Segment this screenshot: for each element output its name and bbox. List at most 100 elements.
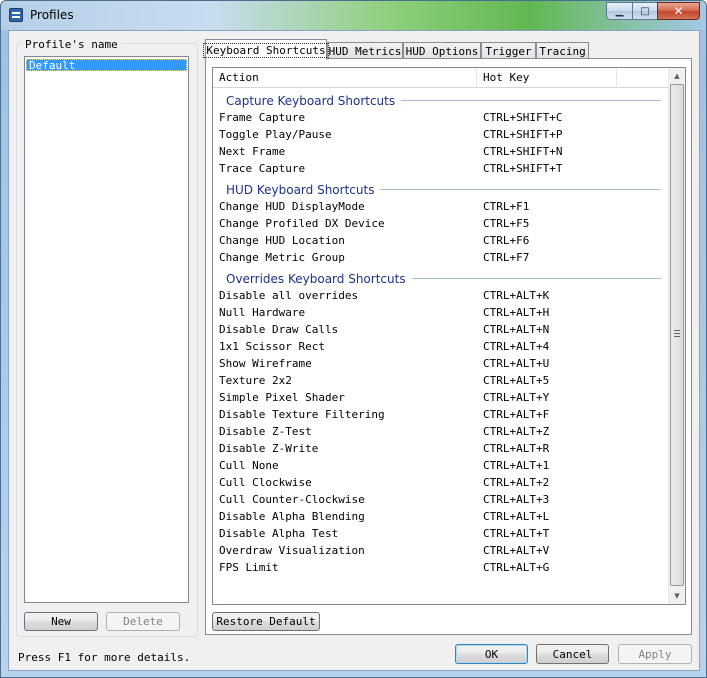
maximize-icon: □ [640, 5, 650, 17]
shortcut-hotkey: CTRL+ALT+T [483, 527, 550, 540]
tab-trigger[interactable]: Trigger [481, 42, 536, 59]
vertical-scrollbar[interactable]: ▲ ▼ [668, 68, 685, 604]
shortcut-action: Disable Alpha Test [219, 527, 339, 540]
shortcut-action: Null Hardware [219, 306, 306, 319]
shortcut-hotkey: CTRL+ALT+Y [483, 391, 550, 404]
shortcut-row[interactable]: Trace Capture CTRL+SHIFT+T [213, 160, 671, 177]
shortcut-row[interactable]: Change Profiled DX Device CTRL+F5 [213, 215, 671, 232]
shortcut-action: Disable Z-Write [219, 442, 319, 455]
shortcut-action: Frame Capture [219, 111, 306, 124]
tab-hud-metrics[interactable]: HUD Metrics [327, 42, 403, 59]
shortcut-row[interactable]: Simple Pixel Shader CTRL+ALT+Y [213, 389, 671, 406]
shortcut-action: Trace Capture [219, 162, 306, 175]
shortcut-action: Cull None [219, 459, 279, 472]
shortcut-action: Disable all overrides [219, 289, 359, 302]
shortcut-row[interactable]: Change HUD DisplayMode CTRL+F1 [213, 198, 671, 215]
shortcut-row[interactable]: Disable Z-Test CTRL+ALT+Z [213, 423, 671, 440]
tab-tracing-label: Tracing [539, 44, 586, 58]
group-header[interactable]: Overrides Keyboard Shortcuts [213, 270, 671, 287]
restore-default-button[interactable]: Restore Default [212, 612, 320, 631]
shortcut-action: Disable Draw Calls [219, 323, 339, 336]
shortcut-hotkey: CTRL+ALT+Z [483, 425, 550, 438]
shortcut-hotkey: CTRL+ALT+H [483, 306, 550, 319]
shortcut-hotkey: CTRL+SHIFT+N [483, 145, 563, 158]
shortcut-row[interactable]: Show Wireframe CTRL+ALT+U [213, 355, 671, 372]
shortcut-action: Overdraw Visualization [219, 544, 365, 557]
shortcut-row[interactable]: Null Hardware CTRL+ALT+H [213, 304, 671, 321]
shortcut-hotkey: CTRL+SHIFT+T [483, 162, 563, 175]
scroll-thumb[interactable] [670, 84, 684, 586]
cancel-button[interactable]: Cancel [536, 644, 609, 664]
shortcut-hotkey: CTRL+SHIFT+C [483, 111, 563, 124]
shortcut-row[interactable]: Change Metric Group CTRL+F7 [213, 249, 671, 266]
shortcut-row[interactable]: Cull Clockwise CTRL+ALT+2 [213, 474, 671, 491]
shortcut-action: FPS Limit [219, 561, 279, 574]
column-hotkey[interactable]: Hot Key [477, 68, 617, 88]
shortcut-hotkey: CTRL+ALT+F [483, 408, 550, 421]
minimize-icon: ▁ [615, 5, 624, 17]
shortcut-row[interactable]: FPS Limit CTRL+ALT+G [213, 559, 671, 576]
shortcut-row[interactable]: Overdraw Visualization CTRL+ALT+V [213, 542, 671, 559]
shortcut-row[interactable]: Frame Capture CTRL+SHIFT+C [213, 109, 671, 126]
shortcut-hotkey: CTRL+F6 [483, 234, 530, 247]
shortcut-row[interactable]: Disable Draw Calls CTRL+ALT+N [213, 321, 671, 338]
shortcut-row[interactable]: Disable Alpha Blending CTRL+ALT+L [213, 508, 671, 525]
profiles-legend: Profile's name [22, 38, 121, 51]
shortcut-hotkey: CTRL+SHIFT+P [483, 128, 563, 141]
shortcut-hotkey: CTRL+F1 [483, 200, 530, 213]
shortcut-action: Texture 2x2 [219, 374, 292, 387]
shortcut-row[interactable]: Change HUD Location CTRL+F6 [213, 232, 671, 249]
shortcut-row[interactable]: Disable Texture Filtering CTRL+ALT+F [213, 406, 671, 423]
group-header[interactable]: Capture Keyboard Shortcuts [213, 92, 671, 109]
tab-hud-metrics-label: HUD Metrics [328, 44, 402, 58]
tab-tracing[interactable]: Tracing [536, 42, 589, 59]
shortcut-action: Disable Alpha Blending [219, 510, 365, 523]
shortcut-row[interactable]: Next Frame CTRL+SHIFT+N [213, 143, 671, 160]
apply-button[interactable]: Apply [618, 644, 692, 664]
tab-keyboard-shortcuts[interactable]: Keyboard Shortcuts [203, 39, 329, 60]
tab-hud-options[interactable]: HUD Options [403, 42, 481, 59]
minimize-button[interactable]: ▁ [606, 2, 632, 20]
group-divider [380, 189, 661, 190]
shortcut-action: Change HUD Location [219, 234, 345, 247]
shortcut-action: Disable Texture Filtering [219, 408, 385, 421]
shortcut-hotkey: CTRL+ALT+K [483, 289, 550, 302]
shortcut-row[interactable]: Cull None CTRL+ALT+1 [213, 457, 671, 474]
new-profile-button[interactable]: New [24, 612, 98, 631]
shortcut-hotkey: CTRL+ALT+V [483, 544, 550, 557]
shortcut-action: Cull Counter-Clockwise [219, 493, 365, 506]
shortcut-row[interactable]: Disable Alpha Test CTRL+ALT+T [213, 525, 671, 542]
shortcut-group: Overrides Keyboard Shortcuts Disable all … [213, 270, 671, 576]
caption-buttons: ▁ □ ✕ [606, 2, 700, 20]
profiles-list[interactable]: Default [24, 56, 189, 603]
shortcut-hotkey: CTRL+ALT+4 [483, 340, 550, 353]
shortcut-row[interactable]: Toggle Play/Pause CTRL+SHIFT+P [213, 126, 671, 143]
tab-trigger-label: Trigger [485, 44, 532, 58]
scroll-up-arrow-icon[interactable]: ▲ [669, 68, 685, 84]
column-action[interactable]: Action [213, 68, 477, 88]
shortcut-action: Simple Pixel Shader [219, 391, 345, 404]
group-header[interactable]: HUD Keyboard Shortcuts [213, 181, 671, 198]
tab-hud-options-label: HUD Options [405, 44, 479, 58]
scroll-down-arrow-icon[interactable]: ▼ [669, 588, 685, 604]
ok-button[interactable]: OK [455, 644, 528, 664]
shortcut-row[interactable]: Disable Z-Write CTRL+ALT+R [213, 440, 671, 457]
shortcut-row[interactable]: Disable all overrides CTRL+ALT+K [213, 287, 671, 304]
shortcut-hotkey: CTRL+ALT+R [483, 442, 550, 455]
delete-profile-button[interactable]: Delete [106, 612, 180, 631]
shortcut-action: 1x1 Scissor Rect [219, 340, 325, 353]
shortcuts-listview[interactable]: Action Hot Key Capture Keyboard Shortcut… [212, 67, 686, 605]
shortcut-row[interactable]: 1x1 Scissor Rect CTRL+ALT+4 [213, 338, 671, 355]
shortcut-action: Next Frame [219, 145, 286, 158]
profiles-window: Profiles ▁ □ ✕ Profile's name Default Ne… [0, 0, 707, 678]
shortcut-action: Change Profiled DX Device [219, 217, 385, 230]
close-button[interactable]: ✕ [657, 2, 700, 20]
title-bar[interactable]: Profiles ▁ □ ✕ [1, 1, 706, 30]
shortcut-action: Cull Clockwise [219, 476, 312, 489]
shortcut-row[interactable]: Texture 2x2 CTRL+ALT+5 [213, 372, 671, 389]
listview-body: Capture Keyboard Shortcuts Frame Capture C… [213, 88, 671, 576]
shortcut-row[interactable]: Cull Counter-Clockwise CTRL+ALT+3 [213, 491, 671, 508]
shortcut-hotkey: CTRL+F5 [483, 217, 530, 230]
maximize-button[interactable]: □ [632, 2, 657, 20]
profile-item-default[interactable]: Default [26, 59, 187, 72]
